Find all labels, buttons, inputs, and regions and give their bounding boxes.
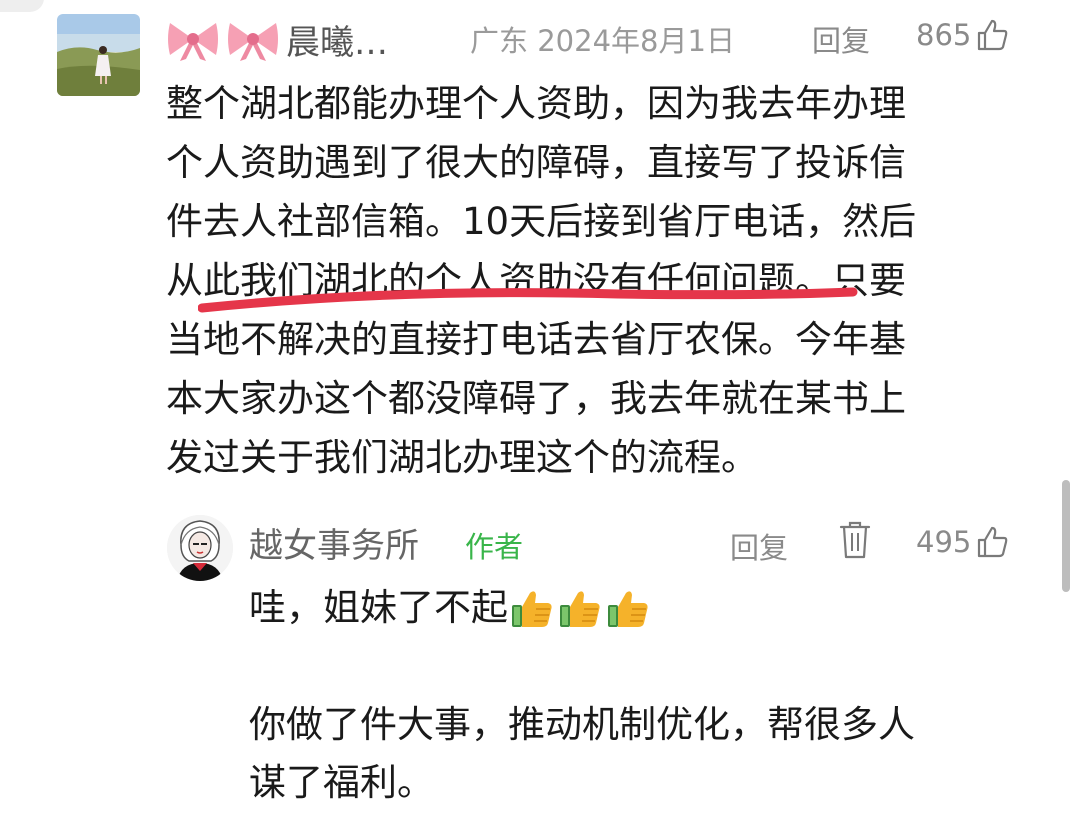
bow-icon (168, 23, 218, 61)
reply-avatar[interactable] (167, 515, 233, 581)
reply-first-line: 哇，姐妹了不起 (249, 583, 652, 633)
bow-icon (228, 23, 278, 61)
like-button[interactable]: 495 (916, 525, 1009, 559)
comment-username[interactable]: 晨曦… (166, 14, 388, 64)
username-text: 晨曦… (286, 22, 388, 63)
date: 2024年8月1日 (537, 24, 735, 58)
bow-emoji-icons (166, 17, 280, 61)
reply-line: 你做了件大事，推动机制优化，帮很多人 (249, 703, 915, 746)
comment-line: 整个湖北都能办理个人资助，因为我去年办理 (166, 82, 906, 125)
comment-meta: 广东 2024年8月1日 (470, 18, 735, 60)
thumbs-up-emoji-icon (560, 591, 600, 627)
reply-text: 哇，姐妹了不起 (249, 586, 508, 629)
comment-text: 整个湖北都能办理个人资助，因为我去年办理 个人资助遇到了很大的障碍，直接写了投诉… (166, 74, 1006, 487)
location: 广东 (470, 24, 529, 58)
comment-line: 个人资助遇到了很大的障碍，直接写了投诉信 (166, 141, 906, 184)
trash-icon (839, 521, 871, 559)
comment-line: 本大家办这个都没障碍了，我去年就在某书上 (166, 377, 906, 420)
thumbs-up-emoji-icon (512, 591, 552, 627)
reply-button[interactable]: 回复 (812, 18, 870, 60)
like-button[interactable]: 865 (916, 18, 1009, 52)
like-count: 495 (916, 525, 972, 559)
thumbs-up-icon (978, 526, 1008, 558)
comment-line: 当地不解决的直接打电话去省厅农保。今年基 (166, 318, 906, 361)
comment-line: 从此我们湖北的个人资助没有任何问题。只要 (166, 259, 906, 302)
like-count: 865 (916, 18, 972, 52)
avatar[interactable] (57, 14, 140, 96)
comment-line: 件去人社部信箱。10天后接到省厅电话，然后 (166, 200, 917, 243)
reply-button[interactable]: 回复 (730, 525, 788, 567)
delete-button[interactable] (838, 520, 872, 560)
author-badge: 作者 (465, 530, 524, 564)
scrollbar[interactable] (1062, 480, 1070, 592)
reply-line: 谋了福利。 (249, 761, 434, 804)
thumbs-up-icon (978, 19, 1008, 51)
thumbs-up-emoji-icon (608, 591, 648, 627)
reply-paragraph: 你做了件大事，推动机制优化，帮很多人 谋了福利。 (249, 696, 1009, 812)
previous-item-edge (0, 0, 44, 12)
comment-line: 发过关于我们湖北办理这个的流程。 (166, 436, 758, 479)
reply-username[interactable]: 越女事务所 (249, 518, 419, 567)
